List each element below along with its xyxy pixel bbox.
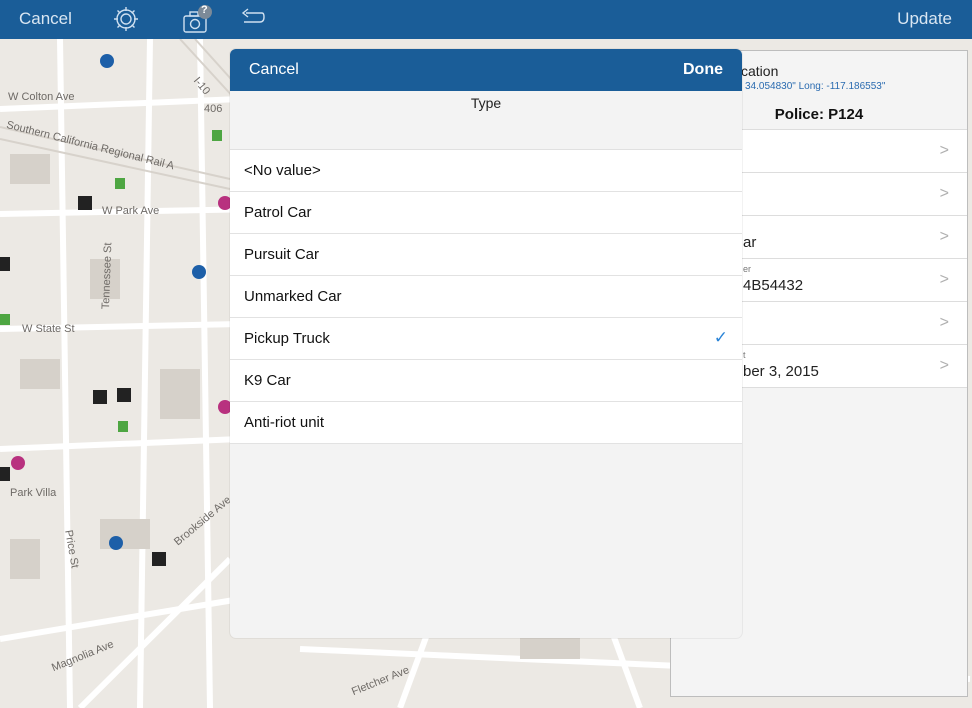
- map-label-park-villa: Park Villa: [10, 487, 57, 499]
- map-label-park: W Park Ave: [102, 205, 160, 217]
- modal-done-button[interactable]: Done: [683, 61, 723, 79]
- field-label: Type: [470, 95, 502, 111]
- option-pursuit-car[interactable]: Pursuit Car: [230, 234, 742, 276]
- panel-header: cation: [741, 63, 779, 79]
- update-button[interactable]: Update: [897, 9, 952, 29]
- gear-icon[interactable]: [111, 4, 141, 39]
- option-pickup-truck[interactable]: Pickup Truck ✓: [230, 318, 742, 360]
- map-label-colton: W Colton Ave: [8, 91, 75, 103]
- cancel-button[interactable]: Cancel: [19, 9, 72, 29]
- checkmark-icon: ✓: [713, 328, 728, 347]
- option-list: <No value> Patrol Car Pursuit Car Unmark…: [230, 149, 742, 444]
- option-unmarked-car[interactable]: Unmarked Car: [230, 276, 742, 318]
- chevron-right-icon: >: [939, 142, 949, 159]
- badge-count: ?: [201, 4, 208, 16]
- modal-header: Cancel Done: [230, 49, 742, 91]
- chevron-right-icon: >: [939, 271, 949, 288]
- chevron-right-icon: >: [939, 228, 949, 245]
- option-no-value[interactable]: <No value>: [230, 150, 742, 192]
- top-toolbar: Cancel ? Update: [0, 0, 972, 39]
- panel-coordinates: 34.054830" Long: -117.186553": [745, 81, 886, 92]
- camera-badge-icon[interactable]: ?: [180, 4, 214, 41]
- map-label-406: 406: [204, 103, 223, 115]
- chevron-right-icon: >: [939, 357, 949, 374]
- chevron-right-icon: >: [939, 314, 949, 331]
- chevron-right-icon: >: [939, 185, 949, 202]
- option-patrol-car[interactable]: Patrol Car: [230, 192, 742, 234]
- option-anti-riot-unit[interactable]: Anti-riot unit: [230, 402, 742, 444]
- map-label-tennessee: Tennessee St: [100, 242, 115, 310]
- map-label-state: W State St: [22, 323, 75, 335]
- undo-icon[interactable]: [240, 8, 266, 35]
- modal-cancel-button[interactable]: Cancel: [249, 61, 299, 79]
- option-k9-car[interactable]: K9 Car: [230, 360, 742, 402]
- type-picker-modal: Cancel Done Type <No value> Patrol Car P…: [230, 49, 742, 638]
